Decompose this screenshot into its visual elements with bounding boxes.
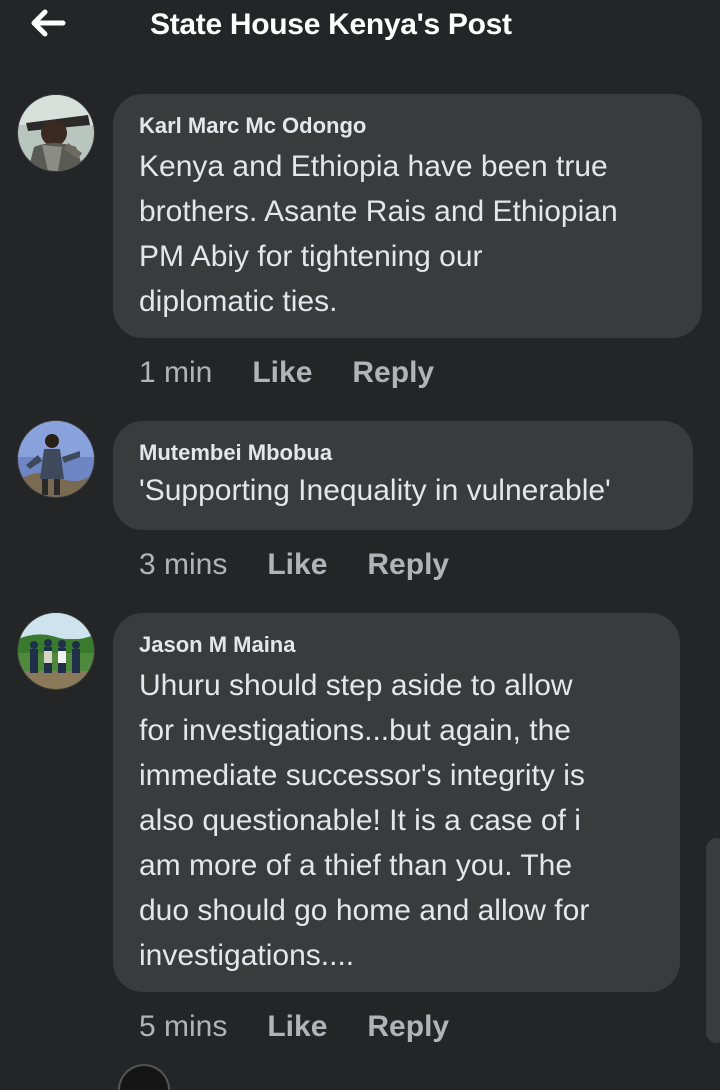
comment-text: Kenya and Ethiopia have been true brothe… [139, 150, 618, 318]
like-button[interactable]: Like [267, 1009, 327, 1045]
comment-bubble[interactable]: Karl Marc Mc Odongo Kenya and Ethiopia h… [113, 94, 702, 338]
comment-actions: 3 mins Like Reply [139, 547, 449, 583]
avatar[interactable] [120, 1066, 168, 1090]
comment-timestamp[interactable]: 3 mins [139, 547, 227, 583]
comment-bubble[interactable]: Jason M Maina Uhuru should step aside to… [113, 613, 680, 992]
comment-actions: 5 mins Like Reply [139, 1009, 449, 1045]
page-title: State House Kenya's Post [150, 8, 512, 41]
comment-text: 'Supporting Inequality in vulnerable' [139, 474, 611, 507]
like-button[interactable]: Like [252, 355, 312, 391]
comment-timestamp[interactable]: 5 mins [139, 1009, 227, 1045]
comment-author[interactable]: Karl Marc Mc Odongo [139, 112, 676, 140]
reply-button[interactable]: Reply [352, 355, 434, 391]
comment-author[interactable]: Mutembei Mbobua [139, 439, 667, 467]
scrollbar-thumb[interactable] [706, 838, 720, 1043]
comment-timestamp[interactable]: 1 min [139, 355, 212, 391]
avatar[interactable] [18, 421, 94, 497]
avatar[interactable] [18, 95, 94, 171]
comment-author[interactable]: Jason M Maina [139, 631, 654, 659]
back-button[interactable] [28, 6, 68, 40]
comment-text: Uhuru should step aside to allow for inv… [139, 669, 590, 972]
like-button[interactable]: Like [267, 547, 327, 583]
arrow-left-icon [31, 9, 66, 37]
reply-button[interactable]: Reply [367, 1009, 449, 1045]
comment-bubble[interactable]: Mutembei Mbobua 'Supporting Inequality i… [113, 421, 693, 530]
comment-actions: 1 min Like Reply [139, 355, 434, 391]
reply-button[interactable]: Reply [367, 547, 449, 583]
top-bar: State House Kenya's Post [0, 0, 720, 56]
avatar[interactable] [18, 613, 94, 689]
